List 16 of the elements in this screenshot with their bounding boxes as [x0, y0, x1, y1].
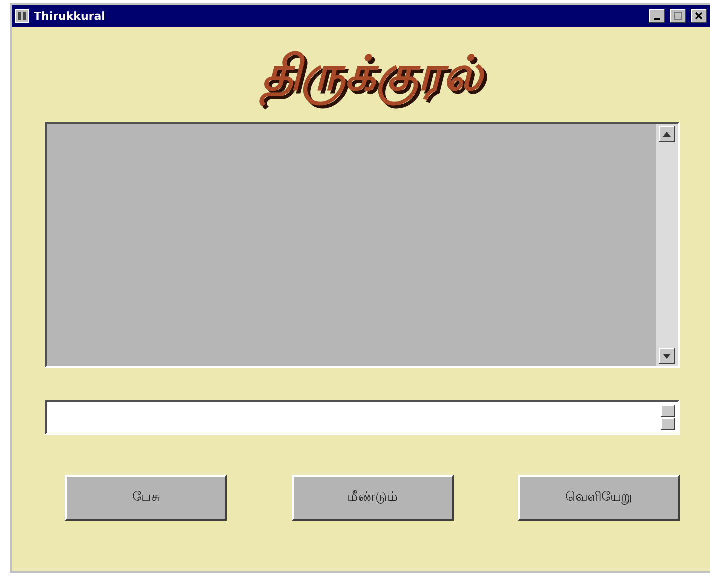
input-field[interactable] — [45, 400, 680, 436]
minimize-button[interactable] — [649, 9, 665, 23]
spin-control[interactable] — [661, 405, 675, 430]
close-button[interactable] — [691, 9, 707, 23]
app-icon — [15, 9, 29, 23]
action-button[interactable]: மீண்டும் — [292, 475, 454, 522]
scrollbar[interactable] — [656, 124, 678, 366]
up-arrow-icon — [663, 132, 671, 137]
app-logo: திருக்குரல் — [248, 35, 497, 118]
window-title: Thirukkural — [34, 10, 106, 22]
action-button[interactable]: பேசு — [65, 475, 227, 522]
action-button[interactable]: வெளியேறு — [518, 475, 680, 522]
close-icon — [695, 12, 703, 20]
maximize-icon — [674, 12, 682, 20]
down-arrow-icon — [663, 354, 671, 359]
maximize-button[interactable] — [670, 9, 686, 23]
